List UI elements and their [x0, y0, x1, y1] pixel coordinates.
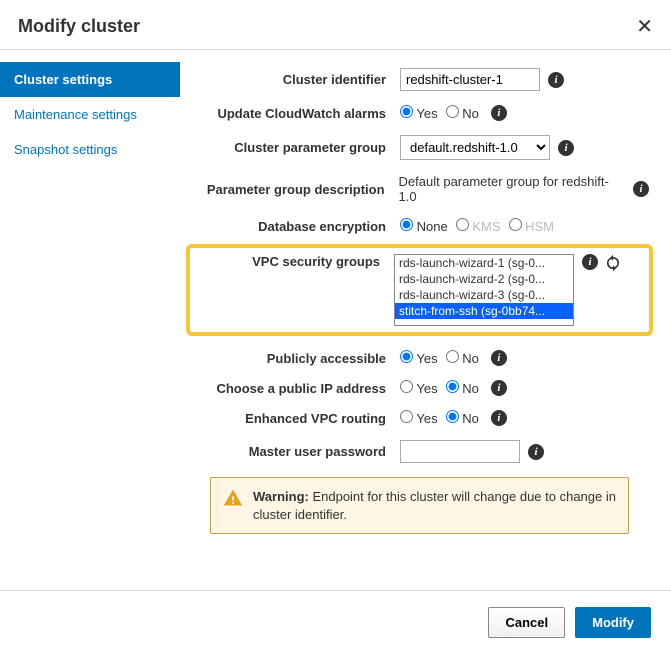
info-icon[interactable]: i [491, 410, 507, 426]
warning-text: Warning: Endpoint for this cluster will … [253, 488, 616, 523]
label-param-group-desc: Parameter group description [190, 182, 399, 197]
content-panel: Cluster identifier i Update CloudWatch a… [180, 50, 671, 570]
radio-evpc-yes[interactable]: Yes [400, 410, 438, 426]
info-icon[interactable]: i [528, 444, 544, 460]
label-parameter-group: Cluster parameter group [190, 140, 400, 155]
modify-cluster-dialog: Modify cluster ✕ Cluster settings Mainte… [0, 0, 671, 656]
label-master-password: Master user password [190, 444, 400, 459]
info-icon[interactable]: i [582, 254, 598, 270]
close-icon[interactable]: ✕ [636, 14, 653, 39]
info-icon[interactable]: i [548, 72, 564, 88]
label-db-encryption: Database encryption [190, 219, 400, 234]
warning-box: Warning: Endpoint for this cluster will … [210, 477, 629, 534]
refresh-icon[interactable] [604, 254, 622, 272]
row-param-group-desc: Parameter group description Default para… [190, 174, 649, 204]
radio-ip-yes[interactable]: Yes [400, 380, 438, 396]
radio-enc-hsm[interactable]: HSM [509, 218, 555, 234]
label-vpc-sg: VPC security groups [198, 254, 394, 269]
label-public-ip: Choose a public IP address [190, 381, 400, 396]
radio-enc-none[interactable]: None [400, 218, 448, 234]
row-cluster-identifier: Cluster identifier i [190, 68, 649, 91]
label-cluster-identifier: Cluster identifier [190, 72, 400, 87]
radio-ip-no[interactable]: No [446, 380, 479, 396]
vpc-sg-option[interactable]: rds-launch-wizard-2 (sg-0... [395, 271, 573, 287]
warning-icon [223, 488, 243, 511]
vpc-sg-option[interactable]: stitch-from-ssh (sg-0bb74... [395, 303, 573, 319]
label-enhanced-vpc: Enhanced VPC routing [190, 411, 400, 426]
info-icon[interactable]: i [633, 181, 649, 197]
info-icon[interactable]: i [558, 140, 574, 156]
dialog-header: Modify cluster ✕ [0, 0, 671, 50]
sidebar-item-label: Snapshot settings [14, 142, 117, 157]
sidebar-item-label: Maintenance settings [14, 107, 137, 122]
radio-pub-yes[interactable]: Yes [400, 350, 438, 366]
row-update-cw-alarms: Update CloudWatch alarms Yes No i [190, 105, 649, 121]
modify-button[interactable]: Modify [575, 607, 651, 638]
info-icon[interactable]: i [491, 105, 507, 121]
vpc-sg-highlight: VPC security groups rds-launch-wizard-1 … [186, 244, 653, 336]
vpc-sg-option[interactable]: rds-launch-wizard-1 (sg-0... [395, 255, 573, 271]
radio-cw-yes[interactable]: Yes [400, 105, 438, 121]
radio-cw-no[interactable]: No [446, 105, 479, 121]
cluster-identifier-input[interactable] [400, 68, 540, 91]
row-vpc-sg: VPC security groups rds-launch-wizard-1 … [198, 254, 641, 326]
radio-evpc-no[interactable]: No [446, 410, 479, 426]
master-password-input[interactable] [400, 440, 520, 463]
sidebar-snapshot-settings[interactable]: Snapshot settings [0, 132, 180, 167]
row-public-ip: Choose a public IP address Yes No i [190, 380, 649, 396]
row-enhanced-vpc: Enhanced VPC routing Yes No i [190, 410, 649, 426]
param-group-desc-text: Default parameter group for redshift-1.0 [399, 174, 626, 204]
sidebar: Cluster settings Maintenance settings Sn… [0, 50, 180, 570]
cancel-button[interactable]: Cancel [488, 607, 565, 638]
radio-enc-kms[interactable]: KMS [456, 218, 501, 234]
label-public-access: Publicly accessible [190, 351, 400, 366]
row-parameter-group: Cluster parameter group default.redshift… [190, 135, 649, 160]
info-icon[interactable]: i [491, 380, 507, 396]
parameter-group-select[interactable]: default.redshift-1.0 [400, 135, 550, 160]
radio-pub-no[interactable]: No [446, 350, 479, 366]
sidebar-maintenance-settings[interactable]: Maintenance settings [0, 97, 180, 132]
sidebar-item-label: Cluster settings [14, 72, 112, 87]
row-public-access: Publicly accessible Yes No i [190, 350, 649, 366]
row-master-password: Master user password i [190, 440, 649, 463]
vpc-sg-option[interactable]: rds-launch-wizard-3 (sg-0... [395, 287, 573, 303]
vpc-sg-listbox[interactable]: rds-launch-wizard-1 (sg-0... rds-launch-… [394, 254, 574, 326]
row-db-encryption: Database encryption None KMS HSM [190, 218, 649, 234]
dialog-title: Modify cluster [18, 16, 140, 37]
dialog-footer: Cancel Modify [0, 591, 671, 654]
dialog-body: Cluster settings Maintenance settings Sn… [0, 50, 671, 570]
sidebar-cluster-settings[interactable]: Cluster settings [0, 62, 180, 97]
info-icon[interactable]: i [491, 350, 507, 366]
label-update-cw-alarms: Update CloudWatch alarms [190, 106, 400, 121]
